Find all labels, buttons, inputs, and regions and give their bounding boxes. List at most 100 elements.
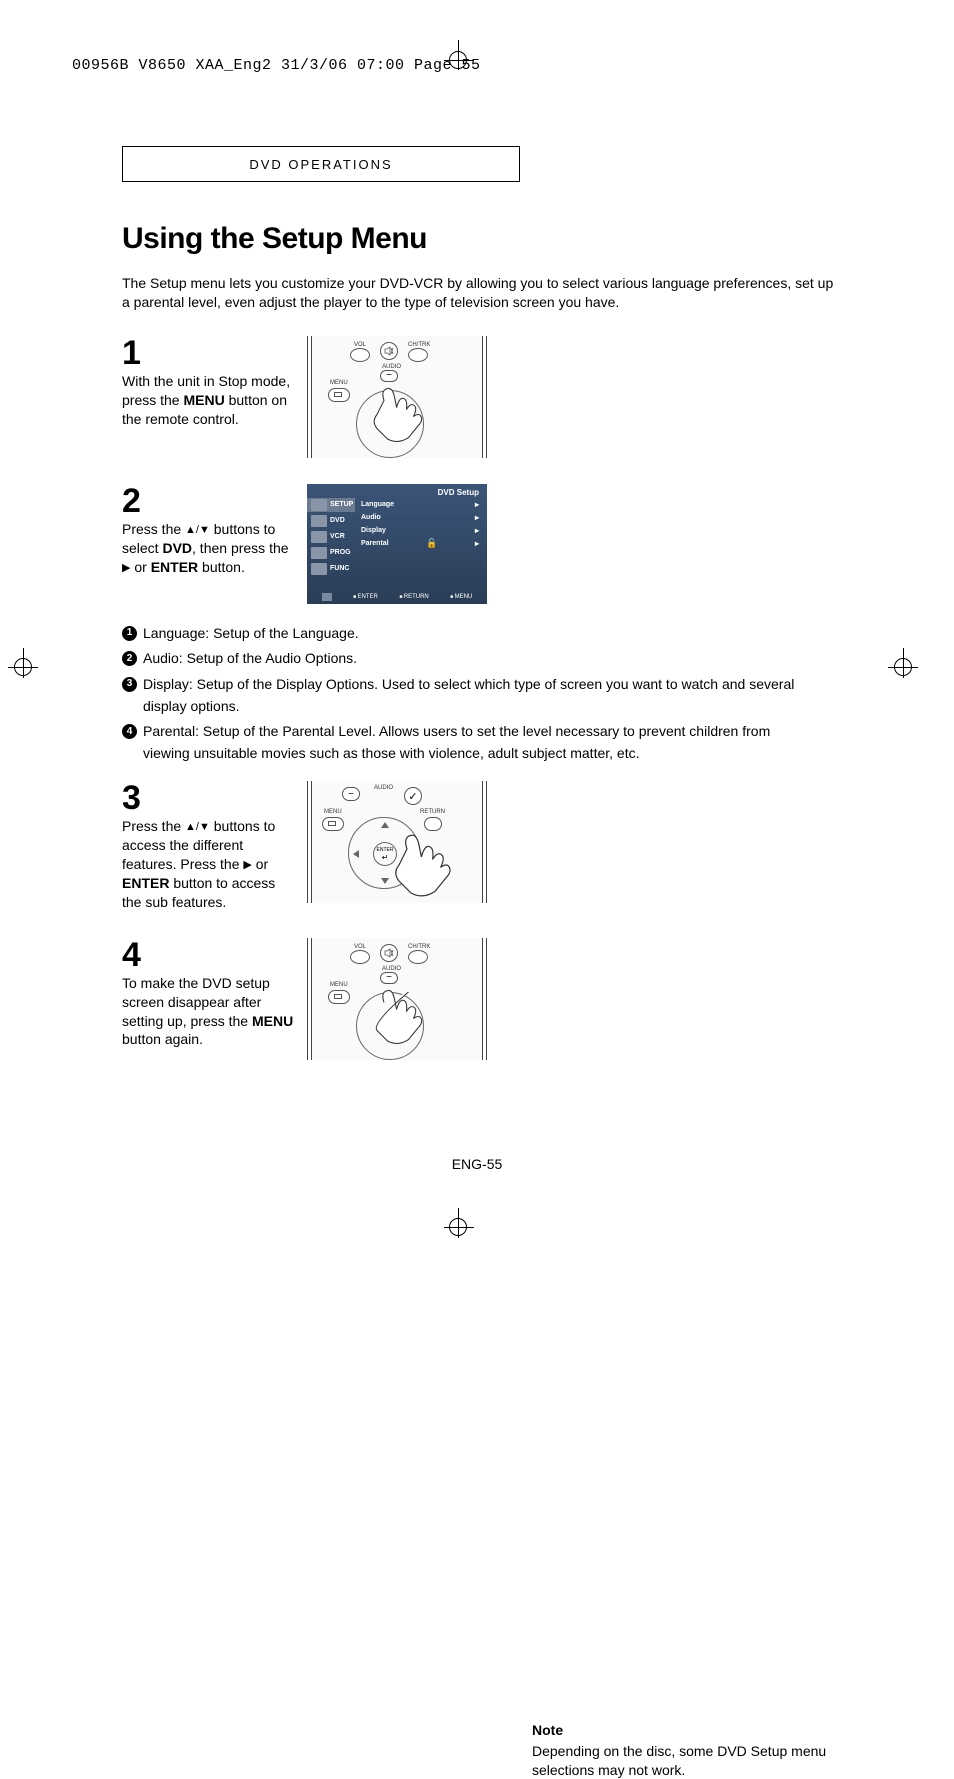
return-label: RETURN bbox=[420, 809, 445, 815]
lock-icon: 🔓 bbox=[426, 538, 437, 549]
step-3: 3 Press the ▲/▼ buttons to access the di… bbox=[122, 781, 837, 911]
vol-button bbox=[350, 348, 370, 362]
mute-button bbox=[380, 342, 398, 360]
osd-f1: RETURN bbox=[399, 594, 428, 600]
osd-side-2: VCR bbox=[330, 533, 345, 540]
step-3-t3: or bbox=[252, 856, 268, 872]
step-4-number: 4 bbox=[122, 938, 297, 972]
osd-r2: Display bbox=[361, 527, 386, 534]
bullet-4-cont: viewing unsuitable movies such as those … bbox=[122, 744, 837, 764]
arrow-icon: ▸ bbox=[475, 526, 479, 535]
note-title: Note bbox=[532, 1721, 837, 1740]
osd-side-vcr: VCR bbox=[307, 530, 355, 544]
step-3-b1: ENTER bbox=[122, 875, 169, 891]
step-1-text: 1 With the unit in Stop mode, press the … bbox=[122, 336, 307, 429]
osd-screenshot: DVD Setup SETUP DVD VCR PROG FUNC Langua… bbox=[307, 484, 487, 604]
step-1-b1: MENU bbox=[183, 392, 224, 408]
osd-side-3: PROG bbox=[330, 549, 351, 556]
menu-button bbox=[328, 990, 350, 1004]
content-area: Using the Setup Menu The Setup menu lets… bbox=[122, 222, 837, 1086]
step-2: 2 Press the ▲/▼ buttons to select DVD, t… bbox=[122, 484, 837, 604]
left-arrow-icon bbox=[353, 850, 359, 858]
menu-button bbox=[322, 817, 344, 831]
step-1-number: 1 bbox=[122, 336, 297, 370]
crop-circle bbox=[894, 658, 912, 676]
remote-illustration-1: VOL CH/TRK AUDIO − MENU bbox=[307, 336, 487, 458]
bullet-4-text: Parental: Setup of the Parental Level. A… bbox=[143, 722, 837, 742]
step-2-number: 2 bbox=[122, 484, 297, 518]
osd-row-language: Language ▸ bbox=[359, 498, 481, 511]
osd-side-1: DVD bbox=[330, 517, 345, 524]
gear-icon bbox=[311, 499, 327, 511]
section-banner-text: DVD OPERATIONS bbox=[249, 157, 392, 172]
up-down-icon: ▲/▼ bbox=[185, 820, 210, 835]
minus-button: − bbox=[342, 787, 360, 801]
menu-label: MENU bbox=[324, 809, 342, 815]
arrow-icon: ▸ bbox=[475, 500, 479, 509]
chtrk-label: CH/TRK bbox=[408, 944, 430, 950]
audio-label: AUDIO bbox=[382, 966, 401, 972]
hand-icon bbox=[363, 978, 433, 1048]
crop-circle bbox=[14, 658, 32, 676]
chtrk-button bbox=[408, 348, 428, 362]
tape-icon bbox=[311, 531, 327, 543]
disc-icon bbox=[311, 515, 327, 527]
step-4-text: 4 To make the DVD setup screen disappear… bbox=[122, 938, 307, 1050]
chtrk-label: CH/TRK bbox=[408, 342, 430, 348]
vol-label: VOL bbox=[354, 944, 366, 950]
arrow-icon: ▸ bbox=[475, 513, 479, 522]
hand-icon bbox=[363, 376, 433, 446]
osd-side-0: SETUP bbox=[330, 501, 353, 508]
step-2-text: 2 Press the ▲/▼ buttons to select DVD, t… bbox=[122, 484, 307, 577]
bullet-4: 4 Parental: Setup of the Parental Level. … bbox=[122, 722, 837, 742]
menu-button bbox=[328, 388, 350, 402]
up-down-icon: ▲/▼ bbox=[185, 523, 210, 538]
step-4: 4 To make the DVD setup screen disappear… bbox=[122, 938, 837, 1060]
osd-footer: ENTER RETURN MENU bbox=[307, 593, 487, 601]
bullet-2-text: Audio: Setup of the Audio Options. bbox=[143, 649, 837, 669]
step-3-number: 3 bbox=[122, 781, 297, 815]
menu-label: MENU bbox=[330, 380, 348, 386]
bullet-num-2: 2 bbox=[122, 651, 137, 666]
osd-row-parental: Parental 🔓 ▸ bbox=[359, 537, 481, 550]
step-3-text: 3 Press the ▲/▼ buttons to access the di… bbox=[122, 781, 307, 911]
osd-title: DVD Setup bbox=[438, 488, 479, 497]
section-banner: DVD OPERATIONS bbox=[122, 146, 520, 182]
osd-f2: MENU bbox=[450, 594, 472, 600]
osd-r0: Language bbox=[361, 501, 394, 508]
step-4-t2: button again. bbox=[122, 1031, 203, 1047]
osd-side-setup: SETUP bbox=[307, 498, 355, 512]
osd-r3: Parental bbox=[361, 540, 389, 547]
bullet-num-3: 3 bbox=[122, 677, 137, 692]
bullet-num-4: 4 bbox=[122, 724, 137, 739]
mute-button bbox=[380, 944, 398, 962]
intro-text: The Setup menu lets you customize your D… bbox=[122, 274, 837, 312]
func-icon bbox=[311, 563, 327, 575]
osd-sidebar: SETUP DVD VCR PROG FUNC bbox=[307, 498, 355, 578]
bullet-3: 3Display: Setup of the Display Options. … bbox=[122, 675, 837, 695]
osd-side-4: FUNC bbox=[330, 565, 349, 572]
print-header: 00956B V8650 XAA_Eng2 31/3/06 07:00 Page… bbox=[72, 57, 481, 74]
vol-button bbox=[350, 950, 370, 964]
osd-side-dvd: DVD bbox=[307, 514, 355, 528]
bullet-list: 1Language: Setup of the Language. 2Audio… bbox=[122, 624, 837, 764]
gear-icon bbox=[322, 593, 332, 601]
note-block: Note Depending on the disc, some DVD Set… bbox=[532, 1721, 837, 1779]
osd-f0: ENTER bbox=[353, 594, 378, 600]
page-number: ENG-55 bbox=[0, 1156, 954, 1172]
arrow-icon: ▸ bbox=[475, 539, 479, 548]
crop-circle bbox=[449, 1218, 467, 1236]
step-2-t4: or bbox=[130, 559, 150, 575]
page-title: Using the Setup Menu bbox=[122, 222, 837, 256]
step-2-t1: Press the bbox=[122, 521, 185, 537]
step-1: 1 With the unit in Stop mode, press the … bbox=[122, 336, 837, 458]
osd-row-audio: Audio▸ bbox=[359, 511, 481, 524]
audio-label: AUDIO bbox=[382, 364, 401, 370]
osd-side-prog: PROG bbox=[307, 546, 355, 560]
audio-label: AUDIO bbox=[374, 785, 393, 791]
step-2-b2: ENTER bbox=[151, 559, 198, 575]
step-4-t1: To make the DVD setup screen disappear a… bbox=[122, 975, 270, 1029]
clock-icon bbox=[311, 547, 327, 559]
check-button: ✓ bbox=[404, 787, 422, 805]
bullet-2: 2 Audio: Setup of the Audio Options. bbox=[122, 649, 837, 669]
